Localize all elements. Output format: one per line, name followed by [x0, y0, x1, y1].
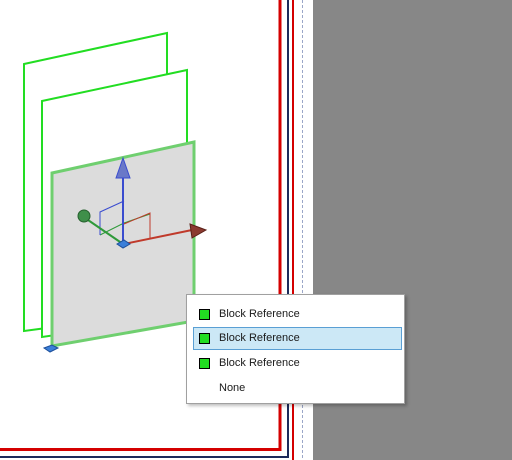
color-swatch-icon	[199, 358, 210, 369]
selection-item-none[interactable]: None	[193, 377, 402, 400]
selection-item-1[interactable]: Block Reference	[193, 303, 402, 326]
selection-item-label: Block Reference	[219, 357, 300, 369]
selection-item-label: Block Reference	[219, 308, 300, 320]
selection-item-3[interactable]: Block Reference	[193, 352, 402, 375]
gizmo-y-handle-icon	[77, 209, 91, 223]
selection-item-2[interactable]: Block Reference	[193, 327, 402, 350]
gizmo-x-arrow-icon	[189, 223, 208, 239]
drawing-viewport[interactable]: Block Reference Block Reference Block Re…	[0, 0, 512, 460]
selection-cycling-list[interactable]: Block Reference Block Reference Block Re…	[186, 294, 405, 404]
color-swatch-icon	[199, 309, 210, 320]
selection-item-label: None	[219, 382, 246, 394]
selection-item-label: Block Reference	[219, 332, 300, 344]
color-swatch-icon	[199, 333, 210, 344]
